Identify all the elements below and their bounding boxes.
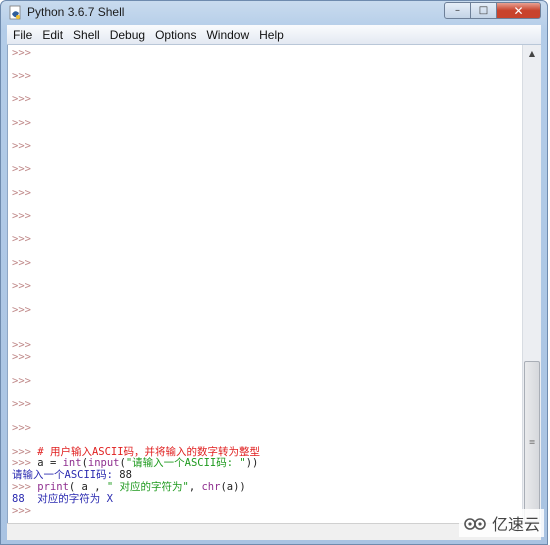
scrollbar-grip-icon: ≡ [528, 437, 536, 446]
empty-prompt-line: >>> [12, 163, 31, 175]
menu-edit[interactable]: Edit [42, 28, 63, 42]
plain-token: (a)) [220, 481, 246, 493]
str-token: " 对应的字符为" [106, 481, 189, 493]
plain-token: a = [37, 457, 63, 469]
maximize-button[interactable]: □ [471, 2, 497, 19]
scrollbar-thumb[interactable]: ≡ [524, 361, 540, 522]
plain-token: )) [245, 457, 259, 469]
empty-prompt-line: >>> [12, 304, 31, 316]
empty-prompt-line: >>> [12, 233, 31, 245]
prompt-marker: >>> [12, 481, 38, 493]
menu-help[interactable]: Help [259, 28, 284, 42]
menu-options[interactable]: Options [155, 28, 196, 42]
builtin-token: int [62, 457, 82, 469]
empty-prompt-line: >>> [12, 422, 31, 434]
python-idle-icon [9, 5, 21, 20]
plain-token: , [188, 481, 202, 493]
watermark: 亿速云 [458, 509, 544, 537]
shell-line: 88 对应的字符为 X [12, 493, 113, 505]
empty-prompt-line: >>> [12, 210, 31, 222]
shell-line: >>> a = int(input("请输入一个ASCII码: ")) [12, 457, 258, 469]
menu-window[interactable]: Window [206, 28, 249, 42]
empty-prompt-line: >>> [12, 398, 31, 410]
shell-text-area[interactable]: >>> >>> >>> >>> >>> >>> >>> >>> >>> >>> >>> >>> >>> >… [7, 45, 523, 524]
empty-prompt-line: >>> [12, 117, 31, 129]
builtin-token: input [87, 457, 120, 469]
title-bar[interactable]: Python 3.6.7 Shell – □ ✕ [1, 1, 547, 25]
builtin-token: chr [201, 481, 221, 493]
cloud-logo-icon [464, 518, 486, 530]
menu-bar: File Edit Shell Debug Options Window Hel… [7, 25, 541, 45]
empty-prompt-line: >>> [12, 70, 31, 82]
menu-shell[interactable]: Shell [73, 28, 100, 42]
str-token: "请输入一个ASCII码: " [125, 457, 246, 469]
close-button[interactable]: ✕ [497, 2, 541, 19]
empty-prompt-line: >>> [12, 280, 31, 292]
shell-line: >>> [12, 505, 31, 517]
plain-token: ( a , [68, 481, 107, 493]
stdout-token: 请输入一个ASCII码: [12, 469, 120, 481]
watermark-text: 亿速云 [491, 515, 540, 534]
prompt-marker: >>> [12, 505, 31, 517]
prompt-marker: >>> [12, 457, 38, 469]
shell-line: >>> print( a , " 对应的字符为", chr(a)) [12, 481, 246, 493]
empty-prompt-line: >>> [12, 339, 31, 351]
shell-line: 请输入一个ASCII码: 88 [12, 469, 132, 481]
empty-prompt-line: >>> [12, 257, 31, 269]
builtin-token: print [37, 481, 69, 493]
vertical-scrollbar[interactable]: ▲ ≡ [522, 45, 541, 524]
empty-prompt-line: >>> [12, 351, 31, 363]
empty-prompt-line: >>> [12, 47, 31, 59]
empty-prompt-line: >>> [12, 140, 31, 152]
menu-file[interactable]: File [13, 28, 32, 42]
empty-prompt-line: >>> [12, 93, 31, 105]
minimize-icon: – [455, 5, 460, 16]
close-icon: ✕ [513, 3, 524, 18]
stdout-token: 88 对应的字符为 X [12, 493, 113, 505]
scroll-up-button[interactable]: ▲ [523, 45, 541, 62]
plain-token: 88 [119, 469, 132, 481]
idle-shell-window: Python 3.6.7 Shell – □ ✕ File Edit Shell… [0, 0, 548, 545]
empty-prompt-line: >>> [12, 187, 31, 199]
empty-prompt-line: >>> [12, 375, 31, 387]
menu-debug[interactable]: Debug [110, 28, 145, 42]
maximize-icon: □ [478, 5, 489, 16]
minimize-button[interactable]: – [444, 2, 471, 19]
window-title: Python 3.6.7 Shell [27, 5, 125, 19]
scroll-up-arrow-icon: ▲ [528, 49, 536, 58]
